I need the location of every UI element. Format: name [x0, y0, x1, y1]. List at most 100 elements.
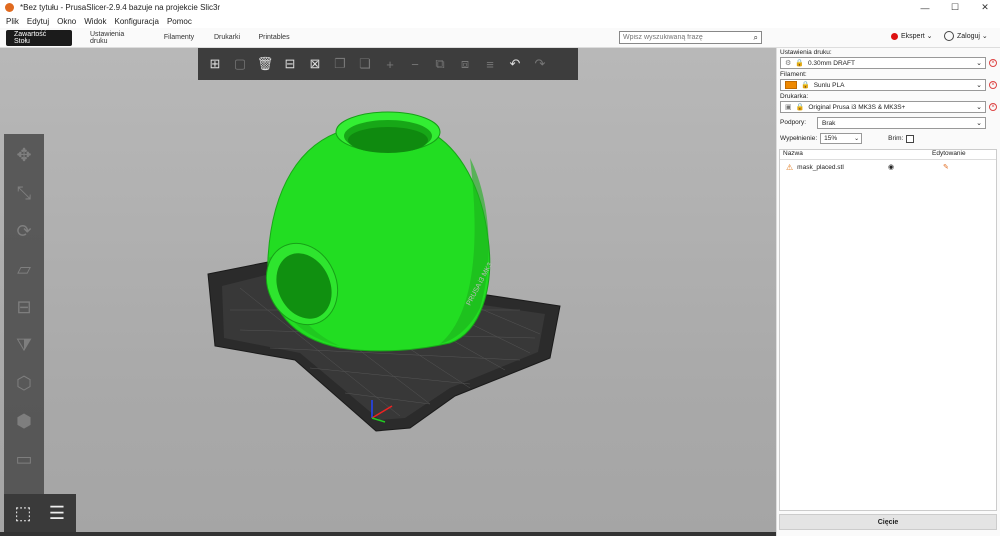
- menu-help[interactable]: Pomoc: [167, 17, 192, 26]
- scene: PRUSA i3 MK3: [207, 111, 561, 432]
- login-label: Zaloguj: [957, 32, 980, 40]
- search-box: ⌕: [619, 31, 762, 44]
- search-input[interactable]: [623, 34, 747, 41]
- object-list-header: Nazwa Edytowanie: [780, 150, 996, 160]
- chevron-down-icon: ⌄: [976, 120, 982, 127]
- lock-icon: 🔒: [795, 60, 804, 67]
- chevron-down-icon: ⌄: [976, 60, 982, 67]
- infill-label: Wypełnienie:: [780, 135, 818, 142]
- window-controls: — ☐ ✕: [910, 0, 1000, 15]
- paste-icon[interactable]: ❏: [354, 53, 376, 75]
- scale-icon[interactable]: ⤡: [11, 178, 37, 208]
- copy-icon[interactable]: ❐: [329, 53, 351, 75]
- supports-label: Podpory:: [780, 119, 807, 126]
- chevron-down-icon: ⌄: [979, 33, 988, 40]
- rotate-icon[interactable]: ⟳: [11, 216, 37, 246]
- supports-row: Podpory:: [780, 119, 806, 126]
- brim-checkbox[interactable]: [906, 134, 915, 143]
- remove-instance-icon[interactable]: −: [404, 53, 426, 75]
- split-objects-icon[interactable]: ⧉: [429, 53, 451, 75]
- mode-selector[interactable]: Ekspert ⌄: [891, 32, 933, 40]
- column-edit[interactable]: Edytowanie: [900, 150, 966, 159]
- add-object-icon[interactable]: ⊞: [204, 53, 226, 75]
- measure-icon[interactable]: ▭: [11, 444, 37, 474]
- column-name[interactable]: Nazwa: [780, 150, 900, 159]
- infill-combo[interactable]: 15% ⌄: [820, 133, 863, 144]
- print-settings-reset-icon[interactable]: ×: [989, 59, 997, 67]
- chevron-down-icon: ⌄: [976, 104, 982, 111]
- add-instance-icon[interactable]: +: [379, 53, 401, 75]
- tab-printables[interactable]: Printables: [254, 30, 294, 46]
- model-top-opening: [348, 127, 428, 153]
- place-on-face-icon[interactable]: ▱: [11, 254, 37, 284]
- prusaslicer-app-icon: [5, 3, 14, 12]
- hollow-icon[interactable]: ⬢: [11, 406, 37, 436]
- login-button[interactable]: Zaloguj ⌄: [944, 31, 988, 41]
- title-bar: *Bez tytułu - PrusaSlicer-2.9.4 bazuje n…: [0, 0, 1000, 15]
- print-settings-combo[interactable]: ⚙ 🔒 0.30mm DRAFT ⌄: [780, 57, 986, 69]
- maximize-button[interactable]: ☐: [940, 0, 970, 15]
- menu-edit[interactable]: Edytuj: [27, 17, 49, 26]
- system-preset-icon: ⚙: [785, 60, 792, 67]
- window-title: *Bez tytułu - PrusaSlicer-2.9.4 bazuje n…: [20, 3, 221, 12]
- supports-combo[interactable]: Brak ⌄: [817, 117, 986, 129]
- redo-icon[interactable]: ↷: [529, 53, 551, 75]
- menu-view[interactable]: Widok: [84, 17, 106, 26]
- object-name: mask_placed.stl: [797, 163, 844, 171]
- filament-label: Filament:: [780, 71, 807, 78]
- arrange-selection-icon[interactable]: ⊠: [304, 53, 326, 75]
- tab-bar: Zawartość Stołu Ustawienia druku Filamen…: [0, 28, 1000, 48]
- printer-combo[interactable]: ▣ 🔒 Original Prusa i3 MK3S & MK3S+ ⌄: [780, 101, 986, 113]
- search-icon[interactable]: ⌕: [754, 33, 758, 43]
- list-item[interactable]: ⚠ mask_placed.stl ◉ ✎: [780, 160, 996, 174]
- support-paint-icon[interactable]: ⧩: [11, 330, 37, 360]
- lock-icon: 🔒: [795, 104, 805, 111]
- layers-editing-icon[interactable]: ≡: [479, 53, 501, 75]
- warning-icon[interactable]: ⚠: [786, 163, 793, 172]
- delete-all-icon[interactable]: 🗑: [254, 53, 276, 75]
- tab-filaments[interactable]: Filamenty: [158, 30, 200, 46]
- mode-label: Ekspert: [901, 32, 925, 40]
- filament-reset-icon[interactable]: ×: [989, 81, 997, 89]
- object-list: Nazwa Edytowanie ⚠ mask_placed.stl ◉ ✎: [779, 149, 997, 511]
- status-bar: [0, 532, 776, 536]
- lock-icon: 🔒: [801, 82, 810, 89]
- tab-printers[interactable]: Drukarki: [210, 30, 244, 46]
- cut-icon[interactable]: ⊟: [11, 292, 37, 322]
- menu-window[interactable]: Okno: [57, 17, 76, 26]
- printer-reset-icon[interactable]: ×: [989, 103, 997, 111]
- chevron-down-icon: ⌄: [854, 136, 860, 142]
- move-icon[interactable]: ✥: [11, 140, 37, 170]
- undo-icon[interactable]: ↶: [504, 53, 526, 75]
- infill-row: Wypełnienie: 15% ⌄ Brim:: [780, 133, 915, 144]
- chevron-down-icon: ⌄: [924, 33, 933, 40]
- preview-layers-icon[interactable]: ☰: [42, 498, 72, 528]
- seam-paint-icon[interactable]: ⬡: [11, 368, 37, 398]
- menu-file[interactable]: Plik: [6, 17, 19, 26]
- filament-combo[interactable]: 🔒 Sunlu PLA ⌄: [780, 79, 986, 91]
- brim-label: Brim:: [888, 135, 904, 142]
- print-settings-value: 0.30mm DRAFT: [808, 59, 855, 67]
- user-avatar-icon: [944, 31, 954, 41]
- menu-configuration[interactable]: Konfiguracja: [114, 17, 158, 26]
- slice-button[interactable]: Cięcie: [779, 514, 997, 530]
- 3d-viewport[interactable]: PRUSA i3 MK3 ⊞ ▢ 🗑 ⊟ ⊠ ❐ ❏ + − ⧉ ⧈ ≡ ↶ ↷…: [0, 48, 776, 532]
- printer-label: Drukarka:: [780, 93, 809, 100]
- close-button[interactable]: ✕: [970, 0, 1000, 15]
- infill-value: 15%: [824, 135, 838, 142]
- tab-print-settings[interactable]: Ustawienia druku: [82, 30, 148, 46]
- printer-value: Original Prusa i3 MK3S & MK3S+: [808, 103, 906, 111]
- tab-plater[interactable]: Zawartość Stołu: [6, 29, 72, 46]
- supports-value: Brak: [822, 119, 836, 127]
- minimize-button[interactable]: —: [910, 0, 940, 15]
- expert-mode-dot-icon: [891, 32, 898, 40]
- delete-icon[interactable]: ▢: [229, 53, 251, 75]
- filament-color-swatch[interactable]: [785, 81, 797, 89]
- 3d-view-icon[interactable]: ⬚: [8, 498, 38, 528]
- print-settings-label: Ustawienia druku:: [780, 49, 832, 56]
- split-parts-icon[interactable]: ⧈: [454, 53, 476, 75]
- printer-icon: ▣: [785, 104, 792, 111]
- eye-icon[interactable]: ◉: [888, 163, 894, 171]
- edit-icon[interactable]: ✎: [943, 163, 949, 171]
- arrange-icon[interactable]: ⊟: [279, 53, 301, 75]
